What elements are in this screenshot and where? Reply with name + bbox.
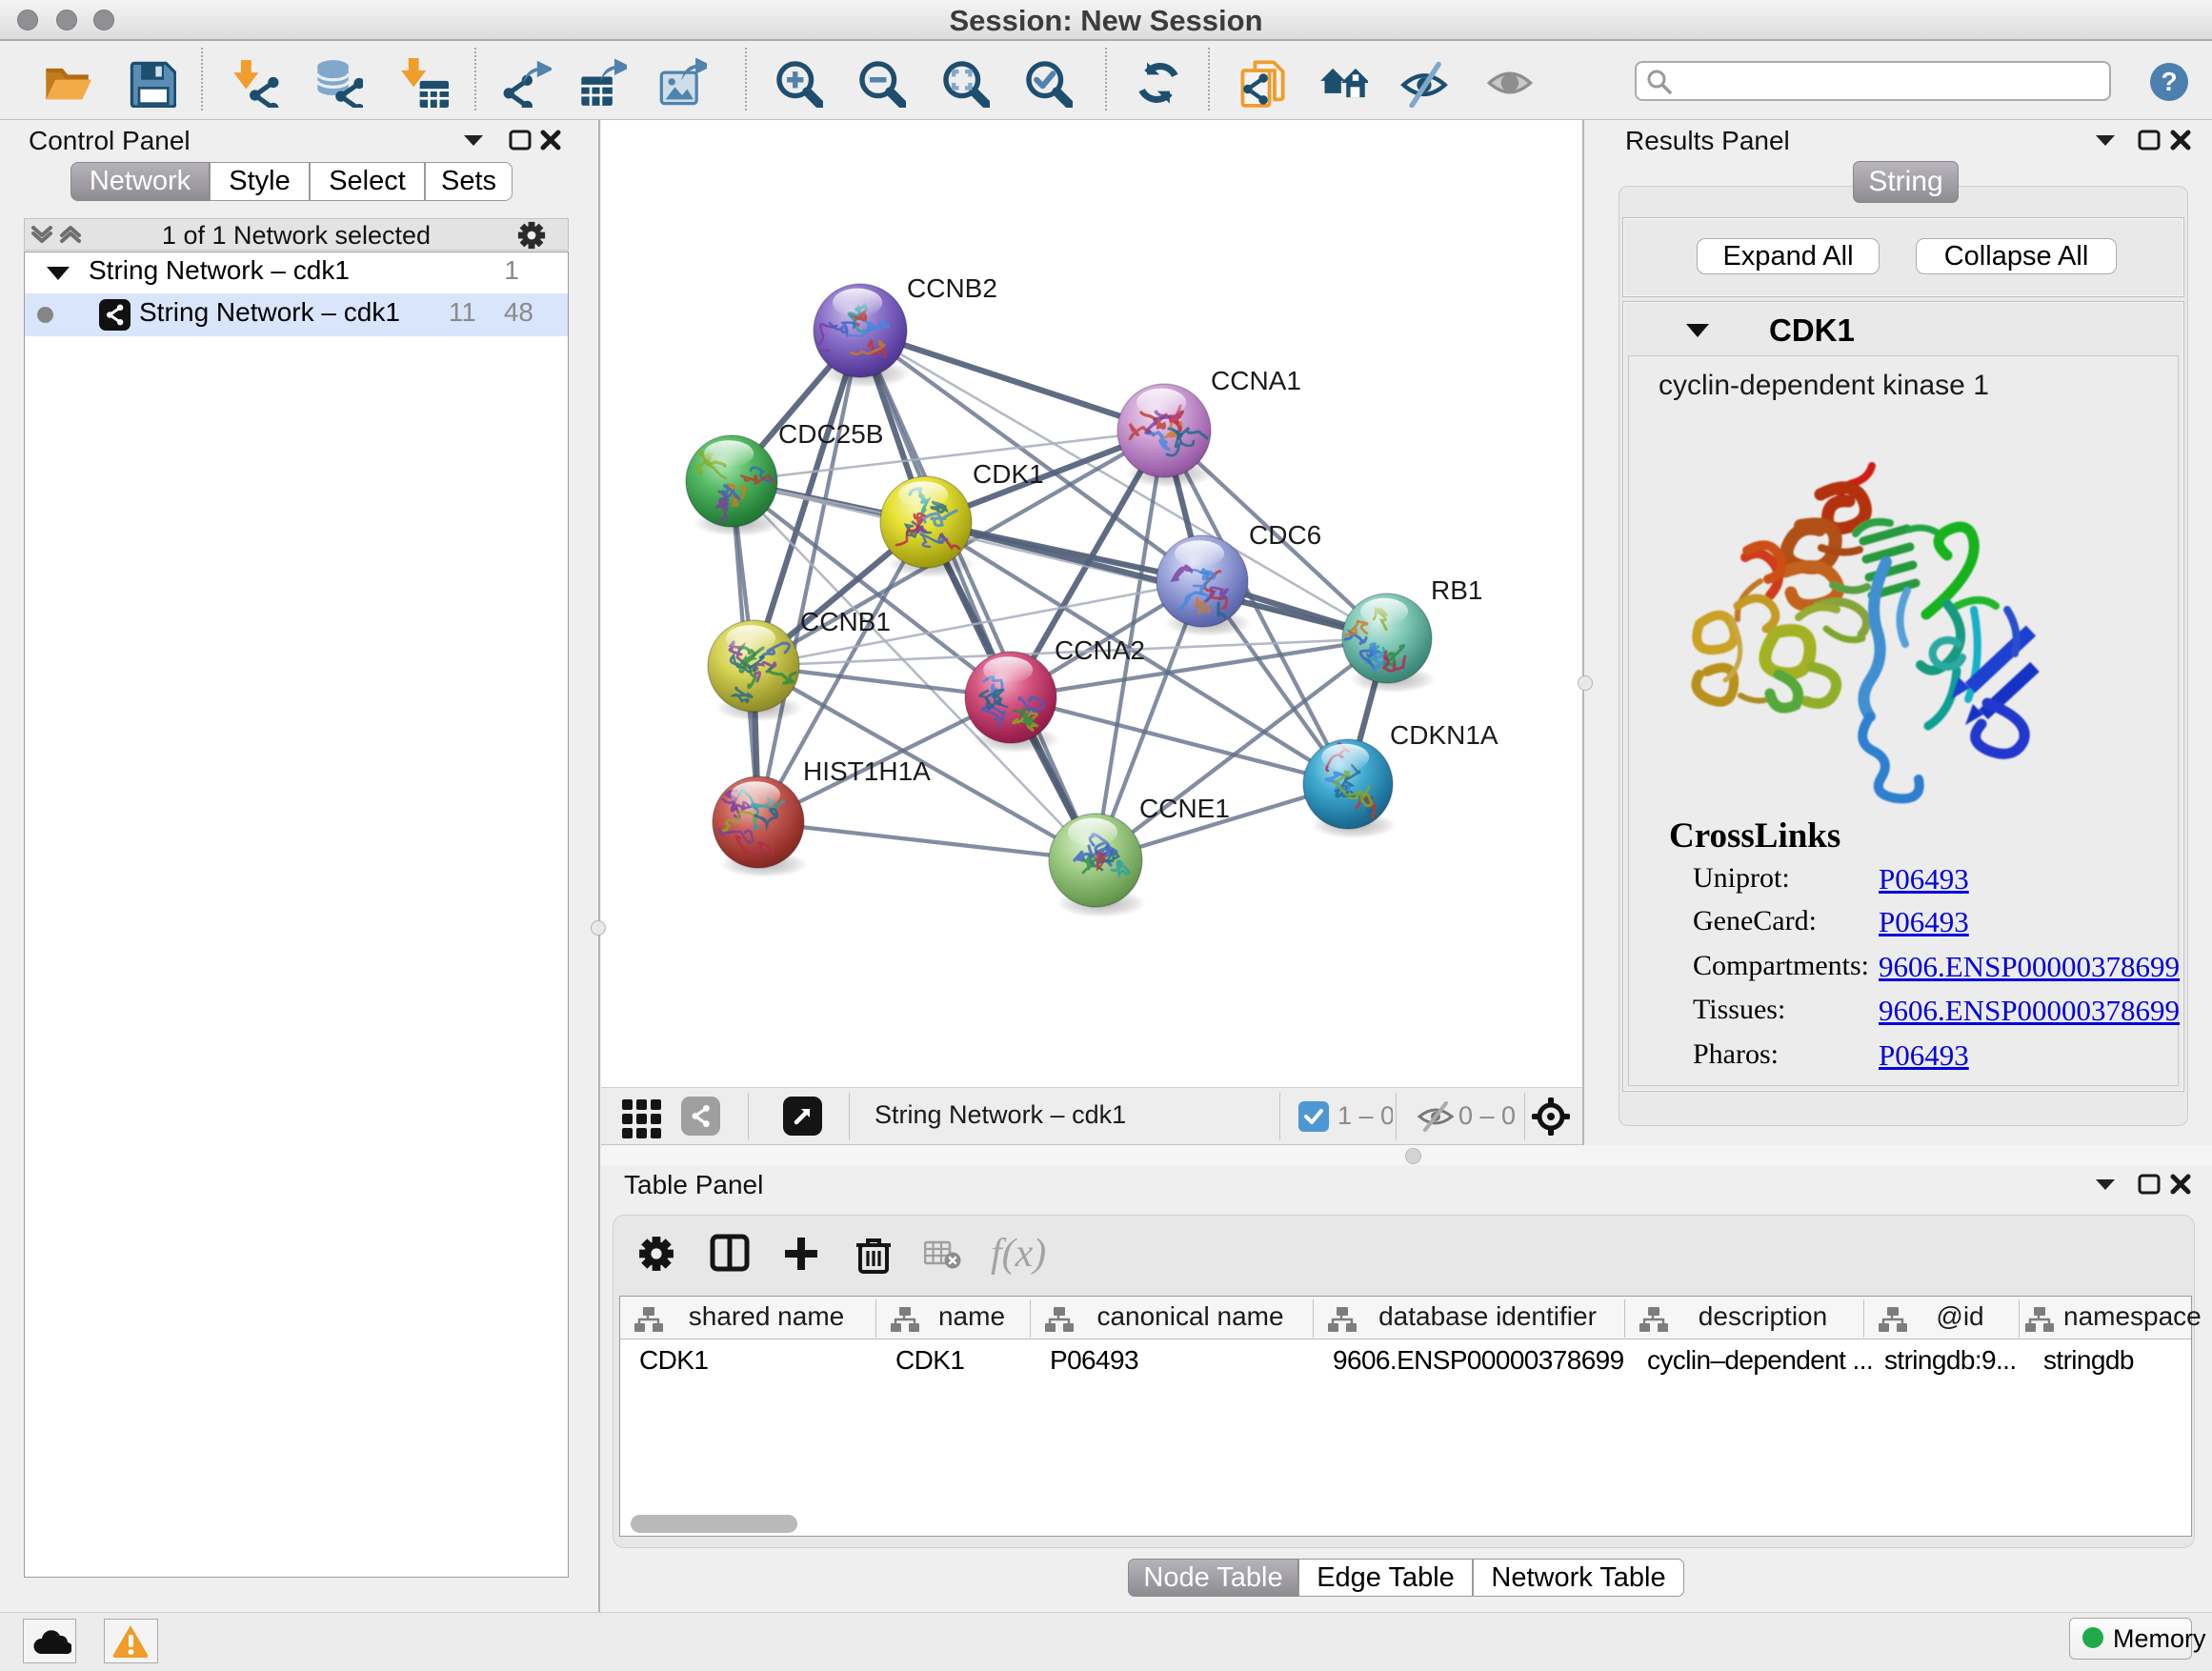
svg-text:CDC25B: CDC25B [778,419,883,449]
svg-text:CCNA2: CCNA2 [1055,635,1145,665]
svg-text:CDK1: CDK1 [973,459,1044,489]
svg-text:CDC6: CDC6 [1249,520,1321,550]
svg-text:CCNE1: CCNE1 [1139,794,1230,823]
svg-text:CDKN1A: CDKN1A [1390,720,1498,750]
svg-text:?: ? [2161,67,2177,96]
svg-text:RB1: RB1 [1431,575,1482,605]
svg-text:CCNA1: CCNA1 [1211,366,1301,395]
svg-text:CCNB1: CCNB1 [800,607,891,636]
svg-text:CCNB2: CCNB2 [907,273,997,303]
svg-text:HIST1H1A: HIST1H1A [803,756,931,786]
